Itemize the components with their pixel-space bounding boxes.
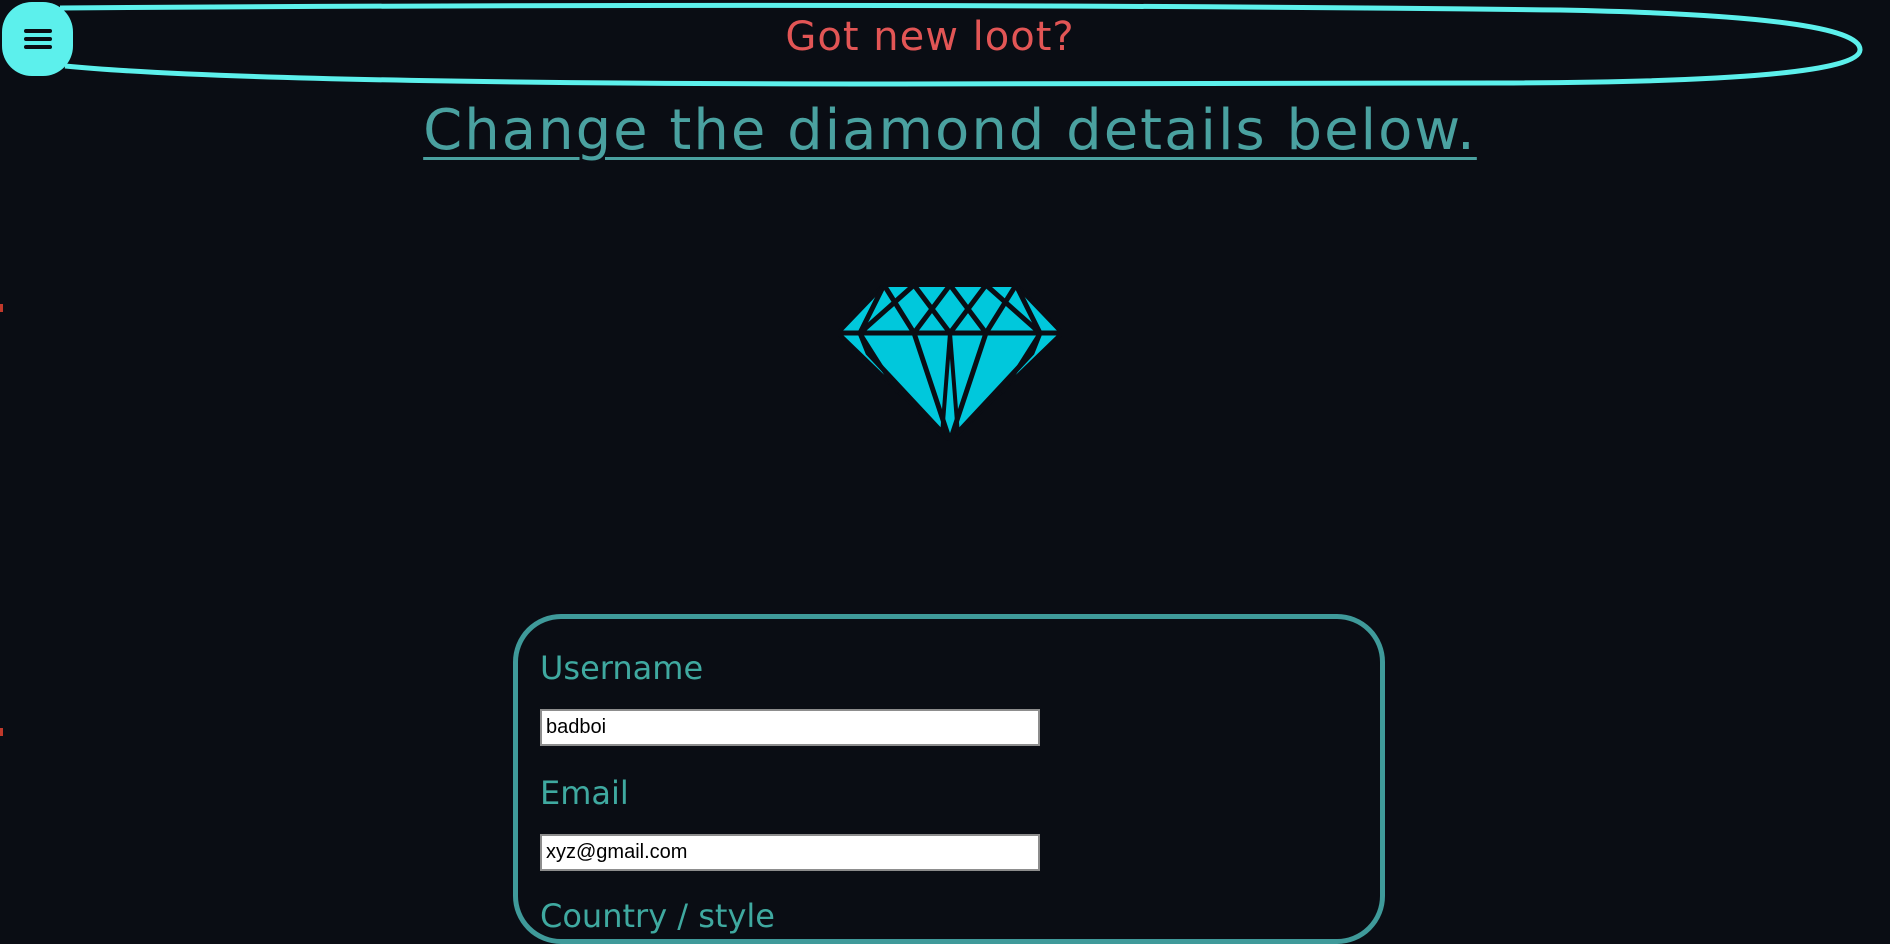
menu-button[interactable] — [2, 2, 73, 76]
diamond-icon — [838, 285, 1062, 441]
hamburger-icon — [23, 29, 52, 49]
email-label: Email — [540, 774, 629, 812]
edge-marker — [0, 304, 3, 312]
username-input[interactable] — [540, 709, 1040, 746]
next-field-label: Country / style — [540, 897, 775, 935]
username-label: Username — [540, 649, 704, 687]
diamond-details-form: Username Email Country / style — [513, 614, 1385, 944]
page-banner-title: Got new loot? — [785, 14, 1075, 60]
page-heading: Change the diamond details below. — [423, 98, 1477, 163]
edge-marker — [0, 728, 3, 736]
email-input[interactable] — [540, 834, 1040, 871]
